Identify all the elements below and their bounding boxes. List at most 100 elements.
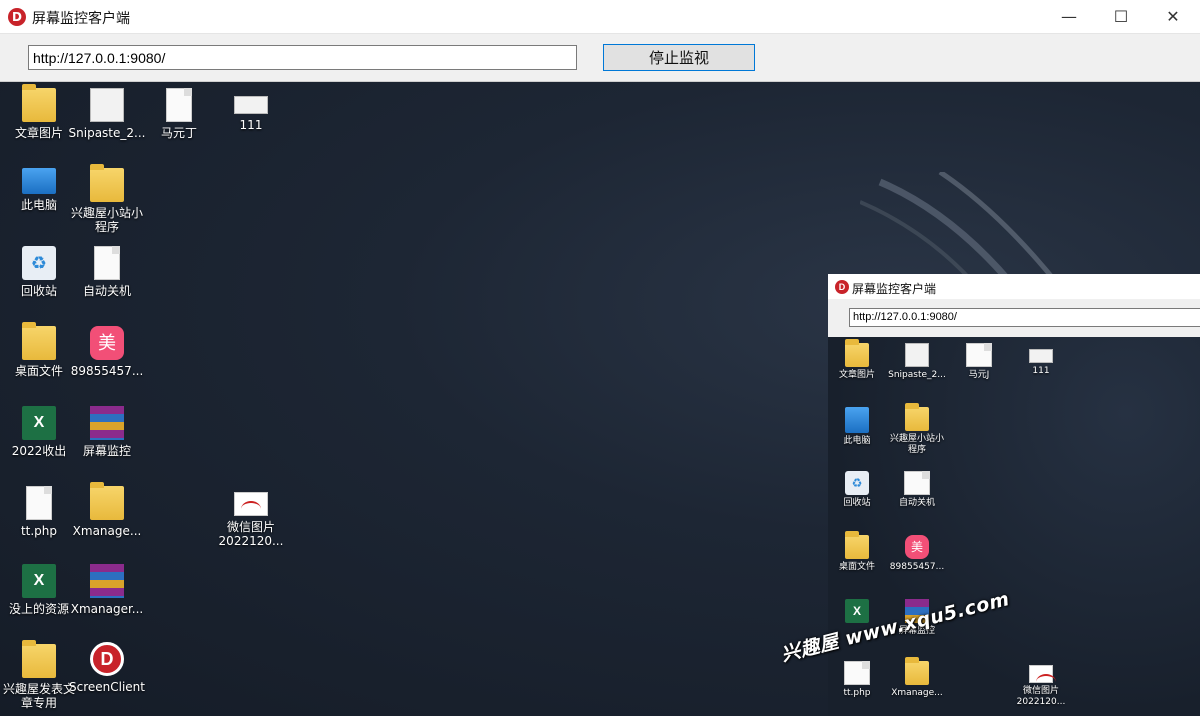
url-input[interactable] [28, 45, 577, 70]
nested-icon-item: tt.php [828, 661, 886, 699]
desktop-icon-item[interactable]: 此电脑 [0, 168, 78, 212]
nested-icon-item: 桌面文件 [828, 531, 886, 573]
desktop-icon-item[interactable]: Xmanage... [68, 482, 146, 538]
desktop-icon-item[interactable]: 111 [212, 96, 290, 132]
screenclient-app-icon [90, 642, 124, 676]
desktop-icon-label: 文章图片 [14, 126, 63, 140]
desktop-icon-label: 89855457... [70, 364, 144, 378]
nested-icon-label: 89855457... [889, 562, 945, 572]
folder-icon [845, 531, 869, 559]
nested-icon-item: Xmanage... [888, 657, 946, 699]
folder-icon [22, 84, 56, 122]
nested-icon-item: 文章图片 [828, 339, 886, 381]
nested-icon-item: 自动关机 [888, 471, 946, 509]
folder-icon [845, 339, 869, 367]
desktop-icon-label: 此电脑 [20, 198, 57, 212]
maximize-button[interactable]: ☐ [1098, 0, 1144, 34]
desktop-icon-item[interactable]: ScreenClient [68, 642, 146, 694]
desktop-icon-item[interactable]: 2022收出 [0, 406, 78, 458]
image-thumb-icon [1029, 349, 1053, 363]
desktop-icon-label: 自动关机 [82, 284, 131, 298]
desktop-icon-label: ScreenClient [69, 680, 145, 694]
remote-screen-view[interactable]: 文章图片 Snipaste_2... 马元丁 111 此电脑 兴趣屋小站小程序 … [0, 82, 1200, 716]
folder-icon [905, 657, 929, 685]
nested-icon-label: 桌面文件 [838, 562, 875, 572]
nested-icon-item: 111 [1012, 349, 1070, 377]
document-thumb-icon [166, 88, 192, 122]
desktop-icon-item[interactable]: 屏幕监控 [68, 406, 146, 458]
file-icon [904, 471, 930, 495]
meitu-app-icon [90, 326, 124, 360]
nested-icon-item: 回收站 [828, 471, 886, 509]
stop-monitoring-button[interactable]: 停止监视 [603, 44, 755, 71]
nested-icon-label: Snipaste_2... [888, 370, 946, 380]
window-title: 屏幕监控客户端 [32, 10, 130, 26]
computer-icon [22, 168, 56, 194]
desktop-icon-label: 回收站 [20, 284, 57, 298]
desktop-icon-item[interactable]: tt.php [0, 486, 78, 538]
desktop-icon-item[interactable]: 回收站 [0, 246, 78, 298]
desktop-icon-item[interactable]: 兴趣屋小站小程序 [68, 164, 146, 234]
desktop-icon-label: Xmanager... [70, 602, 144, 616]
desktop-icon-label: 兴趣屋小站小程序 [70, 206, 143, 234]
file-icon [94, 246, 120, 280]
desktop-icon-label: tt.php [20, 524, 58, 538]
nested-icon-label: tt.php [843, 688, 871, 698]
desktop-icon-item[interactable]: 没上的资源 [0, 564, 78, 616]
computer-icon [845, 407, 869, 433]
image-thumb-icon [234, 96, 268, 114]
desktop-icon-label: 马元丁 [160, 126, 197, 140]
desktop-icon-label: 兴趣屋发表文章专用 [2, 682, 75, 710]
folder-icon [22, 640, 56, 678]
file-icon [26, 486, 52, 520]
nested-client-window: 屏幕监控客户端 http://127.0.0.1:9080/ 文章图片 Snip… [828, 274, 1200, 716]
desktop-icon-item[interactable]: 文章图片 [0, 84, 78, 140]
folder-icon [905, 403, 929, 431]
recycle-bin-icon [845, 471, 869, 495]
folder-icon [22, 322, 56, 360]
desktop-icon-label: 微信图片 2022120... [218, 520, 284, 548]
rar-archive-icon [90, 564, 124, 598]
nested-icon-item: 马元J [950, 343, 1008, 381]
recycle-bin-icon [22, 246, 56, 280]
title-bar[interactable]: 屏幕监控客户端 — ☐ ✕ [0, 0, 1200, 34]
nested-toolbar: http://127.0.0.1:9080/ [828, 299, 1200, 337]
nested-icon-label: 111 [1032, 366, 1050, 376]
folder-icon [90, 164, 124, 202]
nested-icon-item: Snipaste_2... [888, 343, 946, 381]
nested-icon-label: 自动关机 [898, 498, 935, 508]
image-thumb-icon [905, 343, 929, 367]
image-thumb-icon [1029, 665, 1056, 683]
desktop-icon-item[interactable]: 微信图片 2022120... [212, 492, 290, 548]
image-thumb-icon [90, 88, 124, 122]
nested-title-bar: 屏幕监控客户端 [828, 274, 1200, 299]
desktop-icon-item[interactable]: Snipaste_2... [68, 88, 146, 140]
desktop-icon-item[interactable]: Xmanager... [68, 564, 146, 616]
image-thumb-icon [234, 492, 268, 516]
desktop-icon-item[interactable]: 自动关机 [68, 246, 146, 298]
desktop-icon-item[interactable]: 桌面文件 [0, 322, 78, 378]
nested-icon-item: 89855457... [888, 535, 946, 573]
nested-icon-item: 此电脑 [828, 407, 886, 447]
document-thumb-icon [966, 343, 992, 367]
desktop-icon-label: 111 [239, 118, 263, 132]
desktop-icon-item[interactable]: 马元丁 [140, 88, 218, 140]
nested-icon-label: Xmanage... [891, 688, 943, 698]
nested-window-title: 屏幕监控客户端 [852, 282, 937, 296]
folder-icon [90, 482, 124, 520]
nested-icon-item: 微信图片 2022120... [1012, 665, 1070, 708]
file-icon [844, 661, 870, 685]
desktop-icon-item[interactable]: 兴趣屋发表文章专用 [0, 640, 78, 710]
minimize-button[interactable]: — [1046, 0, 1092, 34]
desktop-icon-label: Xmanage... [72, 524, 142, 538]
desktop-icon-item[interactable]: 89855457... [68, 326, 146, 378]
excel-icon [22, 406, 56, 440]
nested-icon-label: 文章图片 [838, 370, 875, 380]
close-button[interactable]: ✕ [1150, 0, 1196, 34]
nested-screen-view: 文章图片 Snipaste_2... 马元J 111 此电脑 兴趣屋小站小程序 … [828, 337, 1200, 716]
nested-icon-label: 回收站 [843, 498, 871, 508]
rar-archive-icon [90, 406, 124, 440]
nested-icon-label: 此电脑 [843, 436, 871, 446]
nested-icon-label: 兴趣屋小站小程序 [889, 434, 944, 455]
app-logo-icon [8, 8, 26, 26]
